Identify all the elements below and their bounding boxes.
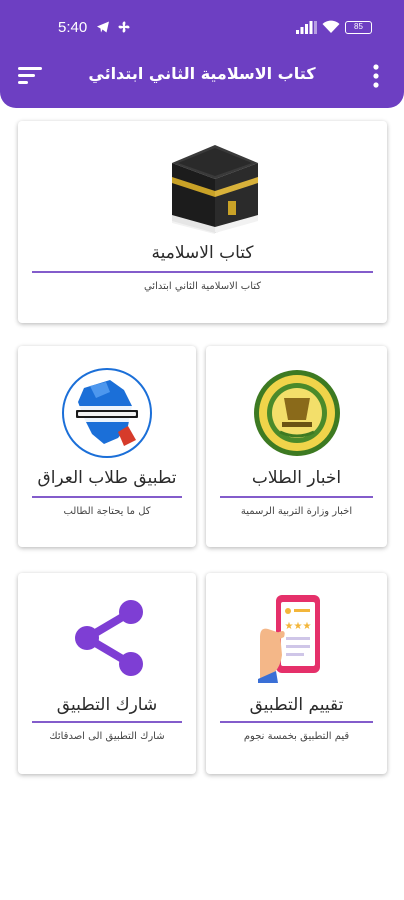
- rate-app-card-title: تقييم التطبيق: [249, 695, 344, 715]
- iraq-students-card-subtitle: كل ما يحتاجة الطالب: [63, 506, 151, 517]
- divider: [32, 496, 182, 498]
- more-vert-icon[interactable]: [366, 63, 386, 89]
- iraq-students-card-title: تطبيق طلاب العراق: [37, 468, 177, 488]
- app-bar: 5:40 85 كتاب الاسلامية الثاني ابتدائي: [0, 0, 404, 108]
- telegram-icon: [97, 21, 109, 33]
- book-card-subtitle: كتاب الاسلامية الثاني ابتدائي: [143, 281, 262, 292]
- share-app-card-title: شارك التطبيق: [56, 695, 158, 715]
- status-time: 5:40: [58, 19, 88, 36]
- wifi-icon: [322, 20, 340, 33]
- student-news-card[interactable]: اخبار الطلاب اخبار وزارة التربية الرسمية: [206, 346, 387, 547]
- share-app-card-subtitle: شارك التطبيق الى اصدقائك: [49, 731, 165, 742]
- divider: [32, 721, 182, 723]
- page-title: كتاب الاسلامية الثاني ابتدائي: [88, 64, 316, 83]
- sort-menu-icon[interactable]: [16, 63, 44, 87]
- rate-app-card-subtitle: قيم التطبيق بخمسة نجوم: [243, 731, 350, 742]
- battery-icon: 85: [345, 21, 372, 34]
- divider: [220, 721, 373, 723]
- fan-icon: [118, 21, 130, 33]
- toolbar: كتاب الاسلامية الثاني ابتدائي: [0, 54, 404, 98]
- kaaba-icon: [172, 145, 258, 235]
- rate-app-card[interactable]: ★★★ تقييم التطبيق قيم التطبيق بخمسة نجوم: [206, 573, 387, 774]
- status-bar: 5:40 85: [0, 0, 404, 54]
- ministry-emblem-icon: [254, 370, 340, 456]
- book-card-title: كتاب الاسلامية: [151, 243, 254, 263]
- share-icon: [75, 600, 143, 676]
- rate-phone-icon: ★★★: [258, 595, 320, 683]
- signal-bars-icon: [296, 21, 317, 34]
- student-news-card-title: اخبار الطلاب: [251, 468, 342, 488]
- share-app-card[interactable]: شارك التطبيق شارك التطبيق الى اصدقائك: [18, 573, 196, 774]
- divider: [32, 271, 373, 273]
- svg-text:★★★: ★★★: [285, 621, 312, 632]
- divider: [220, 496, 373, 498]
- book-card[interactable]: كتاب الاسلامية كتاب الاسلامية الثاني ابت…: [18, 121, 387, 323]
- iraq-students-card[interactable]: تطبيق طلاب العراق كل ما يحتاجة الطالب: [18, 346, 196, 547]
- iraq-map-icon: [62, 368, 152, 458]
- student-news-card-subtitle: اخبار وزارة التربية الرسمية: [240, 506, 353, 517]
